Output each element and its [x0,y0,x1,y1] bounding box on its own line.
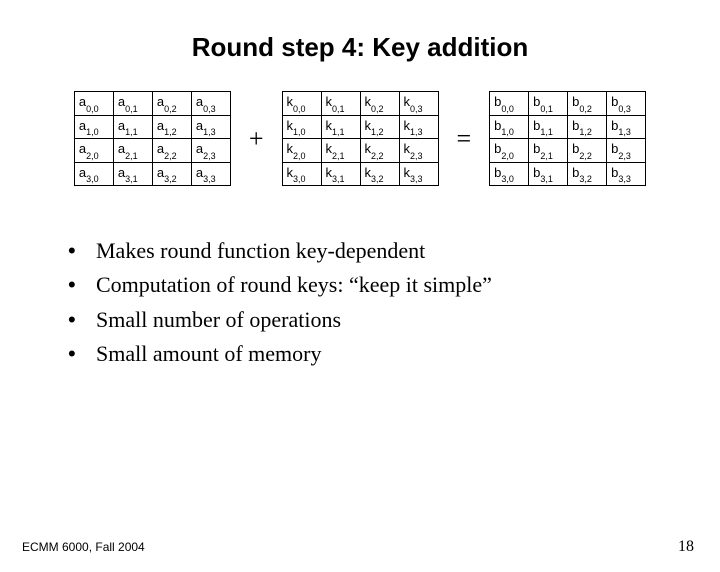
bullet-dot-icon: • [68,234,96,268]
matrix-cell: a2,1 [113,139,152,163]
footer-course-info: ECMM 6000, Fall 2004 [22,540,145,554]
matrix-cell: b1,0 [490,115,529,139]
bullet-item: • Small number of operations [68,303,720,337]
matrix-cell: a3,1 [113,162,152,186]
equals-operator: = [457,124,472,154]
bullet-item: • Computation of round keys: “keep it si… [68,268,720,302]
matrix-cell: k0,3 [399,92,438,116]
matrix-cell: a1,2 [152,115,191,139]
matrix-cell: a2,0 [74,139,113,163]
matrix-cell: a1,0 [74,115,113,139]
bullet-text: Makes round function key-dependent [96,234,425,268]
matrix-cell: k2,0 [282,139,321,163]
matrix-cell: k2,3 [399,139,438,163]
slide-title: Round step 4: Key addition [0,32,720,63]
matrix-cell: b3,1 [529,162,568,186]
matrix-cell: a2,3 [191,139,230,163]
matrix-cell: a0,0 [74,92,113,116]
matrix-a: a0,0a0,1a0,2a0,3 a1,0a1,1a1,2a1,3 a2,0a2,1… [74,91,231,186]
matrix-cell: k0,2 [360,92,399,116]
matrix-cell: b2,3 [607,139,646,163]
matrix-cell: b1,1 [529,115,568,139]
matrix-cell: b3,0 [490,162,529,186]
matrix-cell: b0,0 [490,92,529,116]
matrix-b: b0,0b0,1b0,2b0,3 b1,0b1,1b1,2b1,3 b2,0b2,1… [489,91,646,186]
bullet-dot-icon: • [68,268,96,302]
matrix-cell: a0,1 [113,92,152,116]
matrix-cell: a1,1 [113,115,152,139]
matrix-cell: a3,0 [74,162,113,186]
matrix-cell: k1,2 [360,115,399,139]
matrix-cell: b0,3 [607,92,646,116]
matrix-cell: k1,3 [399,115,438,139]
matrix-cell: a0,2 [152,92,191,116]
bullet-text: Computation of round keys: “keep it simp… [96,268,492,302]
matrix-cell: b2,1 [529,139,568,163]
matrix-cell: k1,0 [282,115,321,139]
matrix-cell: b1,2 [568,115,607,139]
matrix-cell: k0,0 [282,92,321,116]
matrix-cell: b0,1 [529,92,568,116]
plus-operator: + [249,124,264,154]
matrix-cell: b0,2 [568,92,607,116]
matrix-k: k0,0k0,1k0,2k0,3 k1,0k1,1k1,2k1,3 k2,0k2,1… [282,91,439,186]
matrix-cell: a3,3 [191,162,230,186]
matrix-equation: a0,0a0,1a0,2a0,3 a1,0a1,1a1,2a1,3 a2,0a2,1… [0,91,720,186]
matrix-cell: k3,2 [360,162,399,186]
bullet-item: • Small amount of memory [68,337,720,371]
matrix-cell: b2,0 [490,139,529,163]
bullet-text: Small amount of memory [96,337,321,371]
matrix-cell: a2,2 [152,139,191,163]
bullet-list: • Makes round function key-dependent • C… [68,234,720,370]
bullet-item: • Makes round function key-dependent [68,234,720,268]
matrix-cell: b2,2 [568,139,607,163]
matrix-cell: k3,3 [399,162,438,186]
matrix-cell: k1,1 [321,115,360,139]
matrix-cell: k3,0 [282,162,321,186]
matrix-cell: a0,3 [191,92,230,116]
bullet-dot-icon: • [68,303,96,337]
matrix-cell: b1,3 [607,115,646,139]
slide-number: 18 [678,538,694,556]
matrix-cell: k2,2 [360,139,399,163]
bullet-dot-icon: • [68,337,96,371]
matrix-cell: b3,2 [568,162,607,186]
matrix-cell: a1,3 [191,115,230,139]
matrix-cell: b3,3 [607,162,646,186]
matrix-cell: a3,2 [152,162,191,186]
matrix-cell: k3,1 [321,162,360,186]
matrix-cell: k0,1 [321,92,360,116]
bullet-text: Small number of operations [96,303,341,337]
matrix-cell: k2,1 [321,139,360,163]
